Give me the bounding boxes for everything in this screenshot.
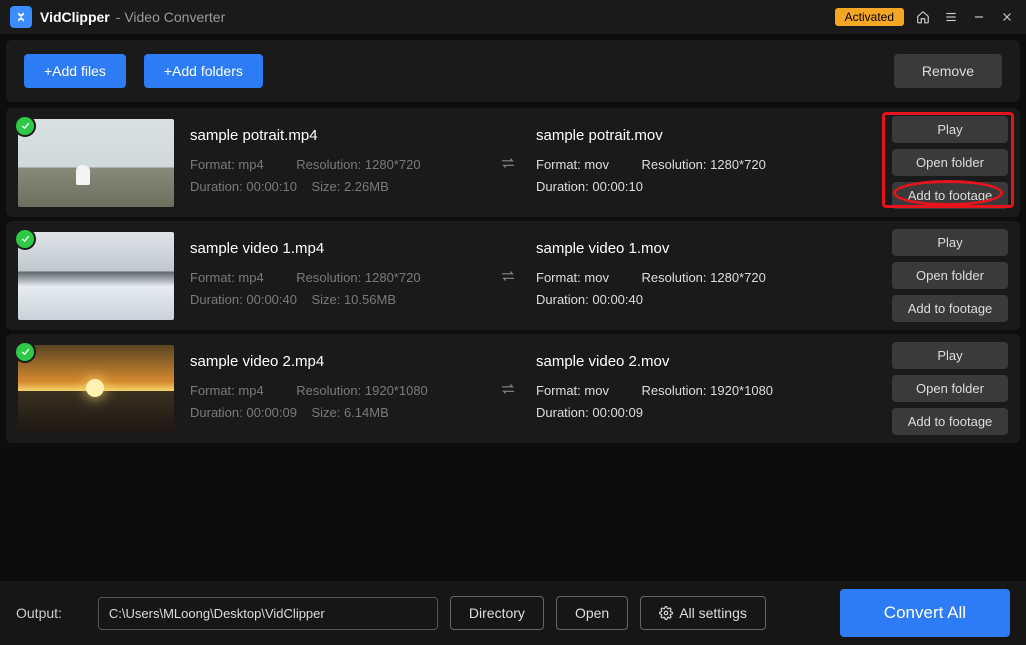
file-row: sample video 2.mp4 Format: mp4 Resolutio… — [6, 334, 1020, 443]
target-filename: sample video 2.mov — [536, 353, 826, 370]
target-filename: sample potrait.mov — [536, 127, 826, 144]
thumbnail[interactable] — [18, 232, 174, 320]
app-subtitle: - Video Converter — [116, 9, 225, 25]
swap-icon — [496, 154, 520, 172]
menu-icon[interactable] — [942, 8, 960, 26]
source-filename: sample potrait.mp4 — [190, 127, 480, 144]
minimize-icon[interactable] — [970, 8, 988, 26]
add-files-button[interactable]: +Add files — [24, 54, 126, 88]
titlebar: VidClipper - Video Converter Activated — [0, 0, 1026, 34]
directory-button[interactable]: Directory — [450, 596, 544, 630]
source-filename: sample video 1.mp4 — [190, 240, 480, 257]
home-icon[interactable] — [914, 8, 932, 26]
swap-icon — [496, 380, 520, 398]
footer: Output: Directory Open All settings Conv… — [0, 581, 1026, 645]
source-info: sample potrait.mp4 Format: mp4 Resolutio… — [190, 127, 480, 198]
target-info: sample video 1.mov Format: mov Resolutio… — [536, 240, 826, 311]
all-settings-button[interactable]: All settings — [640, 596, 766, 630]
all-settings-label: All settings — [679, 605, 747, 621]
row-actions: Play Open folder Add to footage — [892, 116, 1008, 209]
file-row: sample video 1.mp4 Format: mp4 Resolutio… — [6, 221, 1020, 330]
row-actions: Play Open folder Add to footage — [892, 229, 1008, 322]
target-filename: sample video 1.mov — [536, 240, 826, 257]
open-folder-button[interactable]: Open folder — [892, 375, 1008, 402]
add-folders-button[interactable]: +Add folders — [144, 54, 263, 88]
check-badge-icon — [14, 228, 36, 250]
thumbnail[interactable] — [18, 119, 174, 207]
target-info: sample video 2.mov Format: mov Resolutio… — [536, 353, 826, 424]
open-folder-button[interactable]: Open folder — [892, 149, 1008, 176]
app-name: VidClipper — [40, 9, 110, 25]
output-label: Output: — [16, 605, 62, 621]
remove-button[interactable]: Remove — [894, 54, 1002, 88]
check-badge-icon — [14, 115, 36, 137]
close-icon[interactable] — [998, 8, 1016, 26]
play-button[interactable]: Play — [892, 116, 1008, 143]
play-button[interactable]: Play — [892, 342, 1008, 369]
check-badge-icon — [14, 341, 36, 363]
source-info: sample video 2.mp4 Format: mp4 Resolutio… — [190, 353, 480, 424]
row-actions: Play Open folder Add to footage — [892, 342, 1008, 435]
target-info: sample potrait.mov Format: mov Resolutio… — [536, 127, 826, 198]
add-to-footage-button[interactable]: Add to footage — [892, 182, 1008, 209]
swap-icon — [496, 267, 520, 285]
thumbnail[interactable] — [18, 345, 174, 433]
output-path-input[interactable] — [98, 597, 438, 630]
source-filename: sample video 2.mp4 — [190, 353, 480, 370]
play-button[interactable]: Play — [892, 229, 1008, 256]
source-info: sample video 1.mp4 Format: mp4 Resolutio… — [190, 240, 480, 311]
file-row: sample potrait.mp4 Format: mp4 Resolutio… — [6, 108, 1020, 217]
toolbar: +Add files +Add folders Remove — [6, 40, 1020, 102]
add-to-footage-button[interactable]: Add to footage — [892, 295, 1008, 322]
open-folder-button[interactable]: Open folder — [892, 262, 1008, 289]
open-button[interactable]: Open — [556, 596, 628, 630]
add-to-footage-button[interactable]: Add to footage — [892, 408, 1008, 435]
file-list: sample potrait.mp4 Format: mp4 Resolutio… — [0, 108, 1026, 443]
activated-badge: Activated — [835, 8, 904, 26]
app-icon — [10, 6, 32, 28]
gear-icon — [659, 606, 673, 620]
convert-all-button[interactable]: Convert All — [840, 589, 1010, 637]
